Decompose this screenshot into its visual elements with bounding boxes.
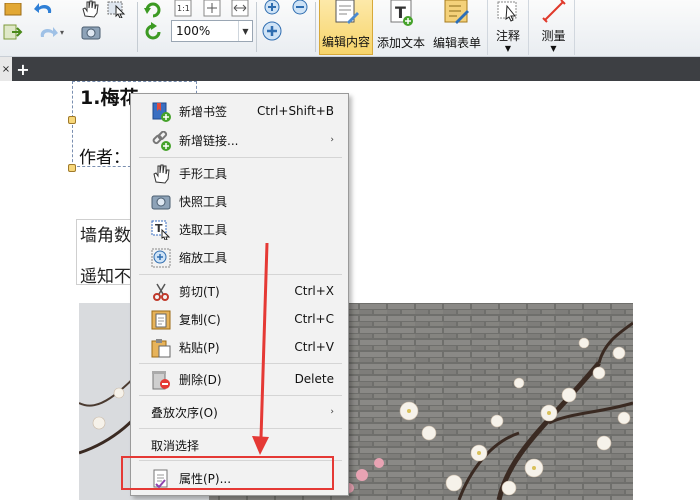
app-window: ▾ 1:1 100% ▼ 编辑内容 T 添加文本 编辑表单 注释 ▼ 测量 ▼ … bbox=[0, 0, 700, 500]
highlight-box bbox=[121, 456, 334, 490]
red-arrow-shaft bbox=[259, 242, 269, 439]
red-arrow-head bbox=[252, 436, 269, 455]
annotation-overlay bbox=[252, 242, 269, 455]
